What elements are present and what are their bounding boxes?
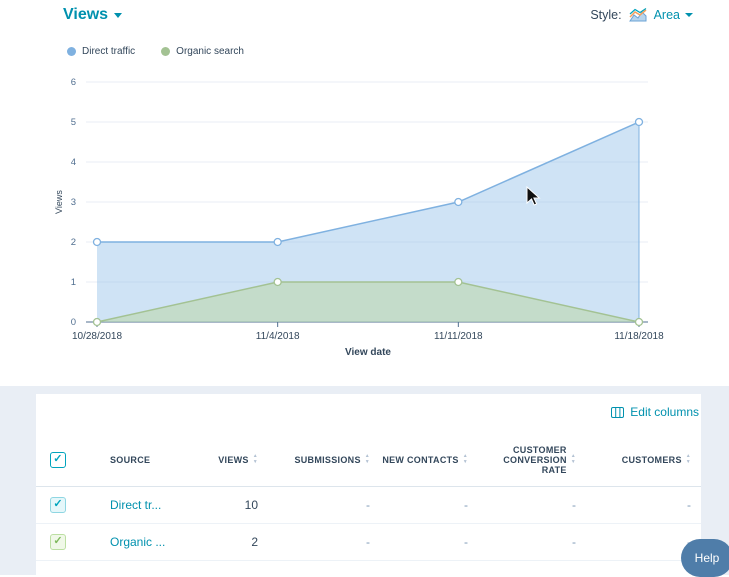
legend-label: Direct traffic — [82, 46, 135, 57]
cell-source: Direct tr... — [82, 486, 202, 523]
row-checkbox-cell: ✓ — [36, 486, 82, 523]
row-checkbox[interactable]: ✓ — [50, 497, 66, 513]
y-axis-title: Views — [54, 190, 64, 214]
help-button[interactable]: Help — [681, 539, 729, 577]
cell-views: 10 — [202, 486, 268, 523]
legend-item[interactable]: Direct traffic — [67, 46, 135, 57]
chart-area: 0 1 2 3 4 5 6 10/28/2018 11/4/2018 11/11/2018 11/1… — [50, 70, 698, 375]
sources-table-card: Edit columns ✓ SOURCE VIEWS ▲▼ SUBMISSIONS ▲▼… — [36, 394, 701, 575]
table-row: ✓Organic ...2---- — [36, 523, 701, 560]
y-tick-label: 0 — [71, 317, 76, 328]
table-columns-icon — [611, 407, 624, 418]
y-tick-label: 4 — [71, 157, 76, 168]
cell-new-contacts: - — [380, 523, 478, 560]
legend-dot-icon — [161, 47, 170, 56]
cell-customer-conversion-rate: - — [478, 486, 586, 523]
select-all-checkbox[interactable]: ✓ — [50, 452, 66, 468]
data-point-marker[interactable] — [636, 119, 643, 126]
column-header-submissions[interactable]: SUBMISSIONS ▲▼ — [268, 434, 380, 486]
data-point-marker[interactable] — [274, 239, 281, 246]
column-header-customer-conversion-rate[interactable]: CUSTOMER CONVERSION RATE ▲▼ — [478, 434, 586, 486]
select-all-header-cell: ✓ — [36, 434, 82, 486]
column-header-new-contacts[interactable]: NEW CONTACTS ▲▼ — [380, 434, 478, 486]
y-tick-label: 3 — [71, 197, 76, 208]
page-title: Views — [63, 6, 108, 24]
sort-arrows-icon[interactable]: ▲▼ — [571, 454, 576, 465]
row-checkbox[interactable]: ✓ — [50, 534, 66, 550]
data-point-marker[interactable] — [274, 279, 281, 286]
edit-columns-label: Edit columns — [630, 405, 699, 419]
column-header-label: SOURCE — [110, 455, 150, 465]
sources-table: ✓ SOURCE VIEWS ▲▼ SUBMISSIONS ▲▼ NEW CONTACTS ▲… — [36, 434, 701, 561]
cell-submissions: - — [268, 486, 380, 523]
cell-new-contacts: - — [380, 486, 478, 523]
column-header-views[interactable]: VIEWS ▲▼ — [202, 434, 268, 486]
x-axis-title: View date — [345, 347, 391, 358]
y-tick-label: 6 — [71, 77, 76, 88]
table-head: ✓ SOURCE VIEWS ▲▼ SUBMISSIONS ▲▼ NEW CONTACTS ▲… — [36, 434, 701, 486]
column-header-label: CUSTOMERS — [622, 455, 682, 465]
y-tick-label: 1 — [71, 277, 76, 288]
chart-legend: Direct traffic Organic search — [67, 46, 244, 57]
legend-label: Organic search — [176, 46, 244, 57]
column-header-customers[interactable]: CUSTOMERS ▲▼ — [586, 434, 701, 486]
table-row: ✓Direct tr...10---- — [36, 486, 701, 523]
style-dropdown[interactable]: Area — [654, 8, 693, 22]
table-header-row: ✓ SOURCE VIEWS ▲▼ SUBMISSIONS ▲▼ NEW CONTACTS ▲… — [36, 434, 701, 486]
cell-source: Organic ... — [82, 523, 202, 560]
data-point-marker[interactable] — [636, 319, 643, 326]
source-link[interactable]: Organic ... — [110, 535, 165, 549]
cell-views: 2 — [202, 523, 268, 560]
x-tick-label: 10/28/2018 — [72, 331, 122, 342]
column-header-source[interactable]: SOURCE — [82, 434, 202, 486]
x-tick-label: 11/4/2018 — [256, 331, 300, 342]
table-toolbar: Edit columns — [36, 394, 701, 434]
legend-item[interactable]: Organic search — [161, 46, 244, 57]
legend-dot-icon — [67, 47, 76, 56]
cell-customer-conversion-rate: - — [478, 523, 586, 560]
column-header-label: SUBMISSIONS — [294, 455, 360, 465]
sort-arrows-icon[interactable]: ▲▼ — [253, 454, 258, 465]
report-title-dropdown[interactable]: Views — [63, 6, 122, 24]
sort-arrows-icon[interactable]: ▲▼ — [365, 454, 370, 465]
sort-arrows-icon[interactable]: ▲▼ — [463, 454, 468, 465]
data-point-marker[interactable] — [94, 319, 101, 326]
cell-customers: - — [586, 486, 701, 523]
style-selector-group: Style: Area — [590, 8, 693, 22]
x-tick-label: 11/11/2018 — [434, 331, 483, 342]
views-chart: 0 1 2 3 4 5 6 10/28/2018 11/4/2018 11/11/2018 11/1… — [50, 70, 698, 370]
cell-submissions: - — [268, 523, 380, 560]
column-header-label: CUSTOMER CONVERSION RATE — [478, 445, 567, 475]
style-value: Area — [654, 8, 680, 22]
mouse-pointer-icon — [525, 186, 545, 208]
chevron-down-icon — [685, 13, 693, 17]
source-link[interactable]: Direct tr... — [110, 498, 161, 512]
data-point-marker[interactable] — [455, 279, 462, 286]
column-header-label: VIEWS — [218, 455, 249, 465]
table-body: ✓Direct tr...10----✓Organic ...2---- — [36, 486, 701, 560]
data-point-marker[interactable] — [94, 239, 101, 246]
sort-arrows-icon[interactable]: ▲▼ — [686, 454, 691, 465]
chevron-down-icon — [114, 13, 122, 18]
style-label: Style: — [590, 8, 621, 22]
data-point-marker[interactable] — [455, 199, 462, 206]
column-header-label: NEW CONTACTS — [382, 455, 458, 465]
row-checkbox-cell: ✓ — [36, 523, 82, 560]
x-tick-label: 11/18/2018 — [614, 331, 664, 342]
edit-columns-button[interactable]: Edit columns — [611, 405, 699, 419]
area-chart-icon — [629, 8, 647, 22]
y-tick-label: 2 — [71, 237, 76, 248]
y-tick-label: 5 — [71, 117, 76, 128]
